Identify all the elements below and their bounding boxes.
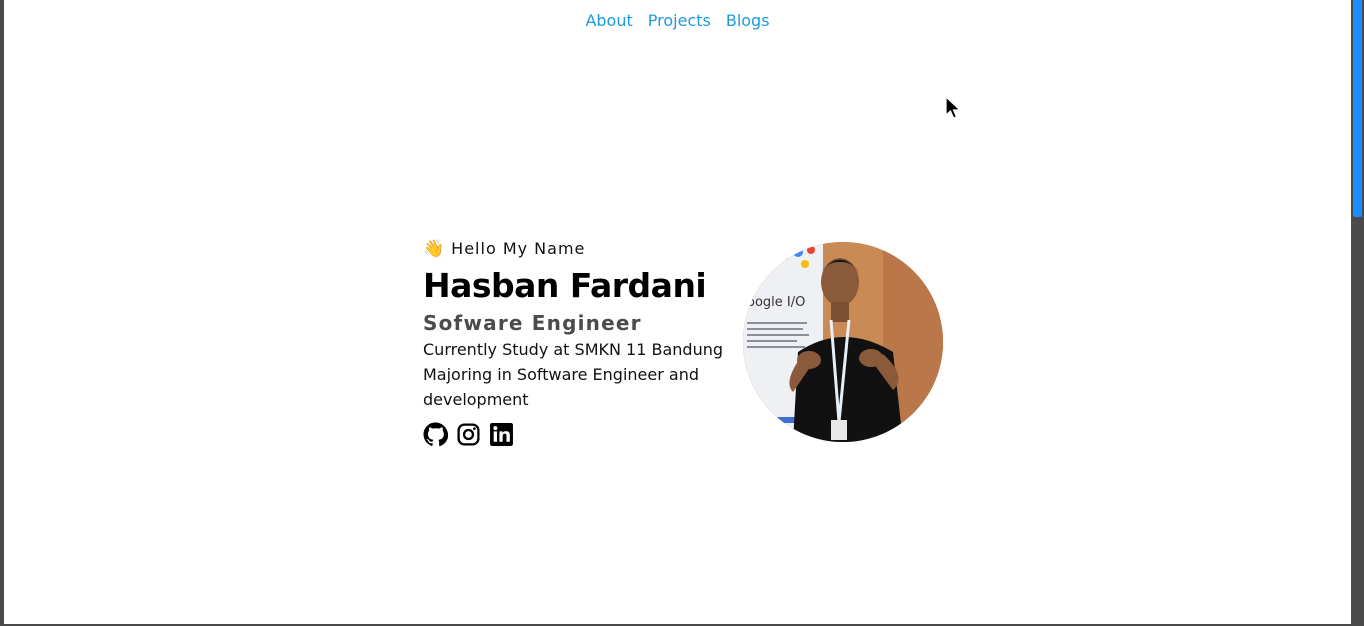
vertical-scrollbar[interactable] — [1351, 0, 1364, 626]
scrollbar-thumb[interactable] — [1353, 0, 1362, 217]
bio-text: Currently Study at SMKN 11 Bandung Major… — [423, 340, 724, 409]
greeting-text: Hello My Name — [451, 239, 586, 258]
svg-text:oogle I/O: oogle I/O — [747, 295, 805, 310]
job-title: Sofware Engineer — [423, 311, 642, 335]
nav-blogs-link[interactable]: Blogs — [726, 10, 770, 32]
page-viewport: About Projects Blogs 👋 Hello My Name Has… — [4, 0, 1351, 624]
greeting: 👋 Hello My Name — [423, 238, 743, 260]
profile-photo: oogle I/O — [743, 242, 943, 442]
nav-about-link[interactable]: About — [585, 10, 632, 32]
linkedin-icon[interactable] — [489, 422, 514, 447]
github-icon[interactable] — [423, 422, 448, 447]
social-links — [423, 422, 743, 447]
wave-emoji: 👋 — [423, 239, 446, 259]
top-nav: About Projects Blogs — [4, 10, 1351, 32]
instagram-icon[interactable] — [456, 422, 481, 447]
hero-section: 👋 Hello My Name Hasban Fardani Sofware E… — [423, 238, 743, 447]
nav-projects-link[interactable]: Projects — [648, 10, 711, 32]
person-name: Hasban Fardani — [423, 266, 707, 305]
mouse-cursor-icon — [945, 96, 962, 119]
